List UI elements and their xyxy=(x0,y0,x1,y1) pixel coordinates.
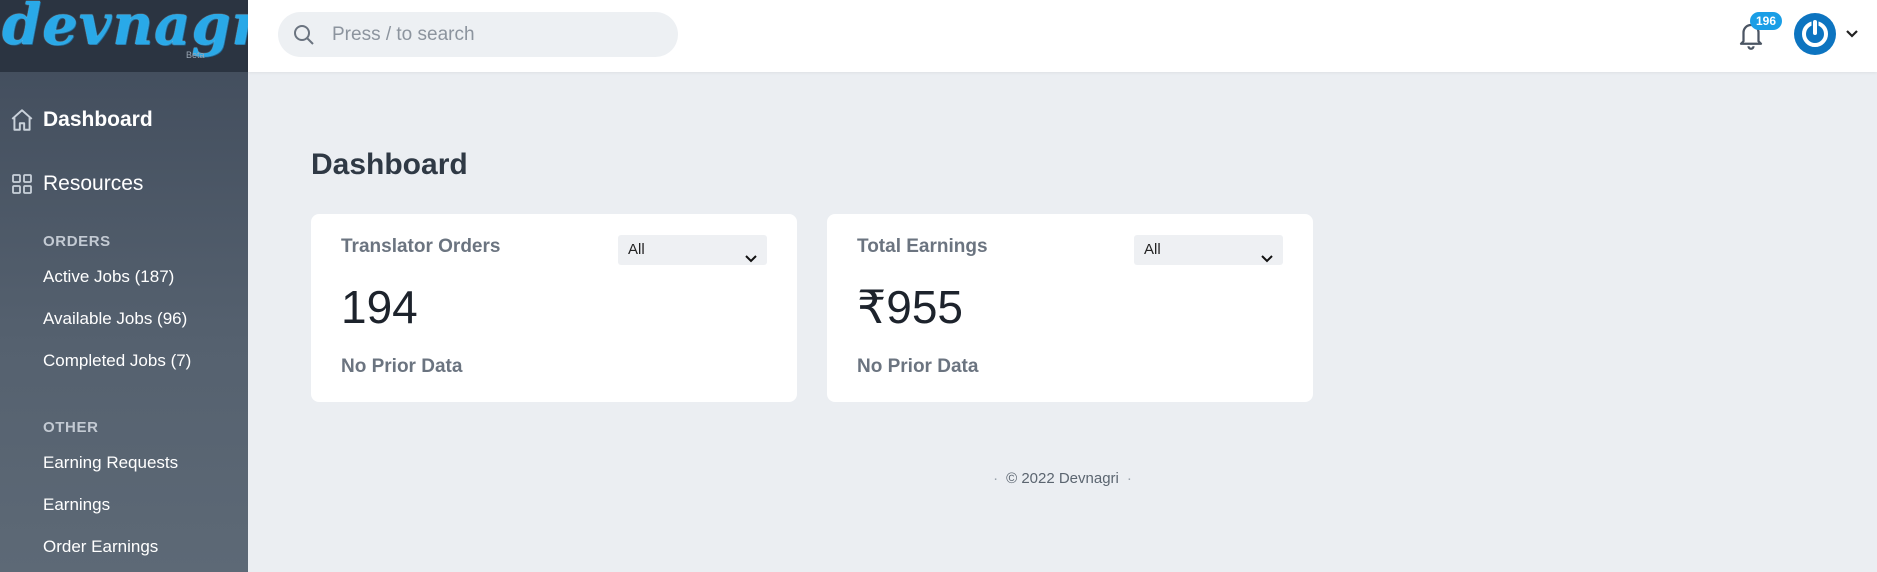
logo-bar[interactable]: devnagri Beta xyxy=(0,0,248,72)
notification-count-badge: 196 xyxy=(1750,12,1783,30)
search-input[interactable] xyxy=(332,12,662,57)
earnings-total-value: ₹955 xyxy=(857,281,964,333)
sidebar-item-earnings[interactable]: Earnings xyxy=(0,484,248,526)
card-subtext: No Prior Data xyxy=(857,356,979,377)
search-box[interactable] xyxy=(278,12,678,57)
sidebar-item-resources[interactable]: Resources xyxy=(0,152,248,216)
chevron-down-icon xyxy=(1261,245,1273,275)
search-icon xyxy=(292,23,316,52)
total-earnings-card: Total Earnings All ₹955 No Prior Data xyxy=(827,214,1313,402)
home-icon xyxy=(0,107,43,133)
chevron-down-icon xyxy=(745,245,757,275)
sidebar-nav: Dashboard Resources ORDERS Active Jobs (… xyxy=(0,72,248,568)
sidebar-item-label: Dashboard xyxy=(43,108,153,131)
select-value: All xyxy=(1144,241,1161,258)
section-heading-other: OTHER xyxy=(43,419,99,436)
grid-icon xyxy=(0,172,43,196)
orders-count-value: 194 xyxy=(341,281,418,333)
card-title: Total Earnings xyxy=(857,236,988,257)
translator-orders-card: Translator Orders All 194 No Prior Data xyxy=(311,214,797,402)
select-value: All xyxy=(628,241,645,258)
sidebar-item-dashboard[interactable]: Dashboard xyxy=(0,88,248,152)
footer-separator: · xyxy=(1126,470,1132,487)
sidebar-item-label: Resources xyxy=(43,172,144,195)
sidebar-item-active-jobs[interactable]: Active Jobs (187) xyxy=(0,256,248,298)
sidebar-item-order-earnings[interactable]: Order Earnings xyxy=(0,526,248,568)
page-title: Dashboard xyxy=(311,148,468,181)
devnagri-logo[interactable]: devnagri xyxy=(2,0,248,58)
card-title: Translator Orders xyxy=(341,236,501,257)
orders-filter-select[interactable]: All xyxy=(618,235,767,265)
footer-separator: · xyxy=(993,470,999,487)
copyright-text: © 2022 Devnagri xyxy=(1006,470,1119,487)
section-heading-orders: ORDERS xyxy=(43,233,111,250)
avatar[interactable] xyxy=(1794,13,1836,55)
earnings-filter-select[interactable]: All xyxy=(1134,235,1283,265)
logo-beta-tag: Beta xyxy=(186,50,205,60)
power-icon xyxy=(1802,20,1828,47)
chevron-down-icon[interactable] xyxy=(1844,26,1860,47)
sidebar-item-available-jobs[interactable]: Available Jobs (96) xyxy=(0,298,248,340)
sidebar-item-completed-jobs[interactable]: Completed Jobs (7) xyxy=(0,340,248,382)
footer: · © 2022 Devnagri · xyxy=(0,470,1877,487)
top-bar: 196 xyxy=(248,0,1877,72)
card-subtext: No Prior Data xyxy=(341,356,463,377)
